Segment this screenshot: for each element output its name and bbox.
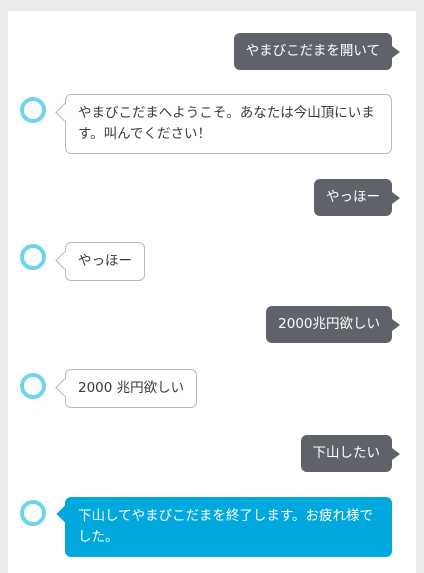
user-message: 下山したい (300, 435, 400, 472)
chat-panel: やまびこだまを開いて やまびこだまへようこそ。あなたは今山頂にいます。叫んでくだ… (8, 11, 416, 573)
user-message: 2000兆円欲しい (266, 306, 400, 343)
assistant-message: やっほー (65, 242, 145, 281)
assistant-message-final: 下山してやまびこだまを終了します。お疲れ様でした。 (65, 497, 392, 557)
user-message: やまびこだまを開いて (233, 33, 401, 70)
alexa-ring-icon (20, 500, 46, 526)
assistant-message: 2000 兆円欲しい (65, 369, 198, 408)
user-message: やっほー (314, 179, 400, 216)
alexa-ring-icon (20, 97, 46, 123)
assistant-message: やまびこだまへようこそ。あなたは今山頂にいます。叫んでください！ (65, 94, 392, 154)
alexa-ring-icon (20, 373, 46, 399)
alexa-ring-icon (20, 244, 46, 270)
